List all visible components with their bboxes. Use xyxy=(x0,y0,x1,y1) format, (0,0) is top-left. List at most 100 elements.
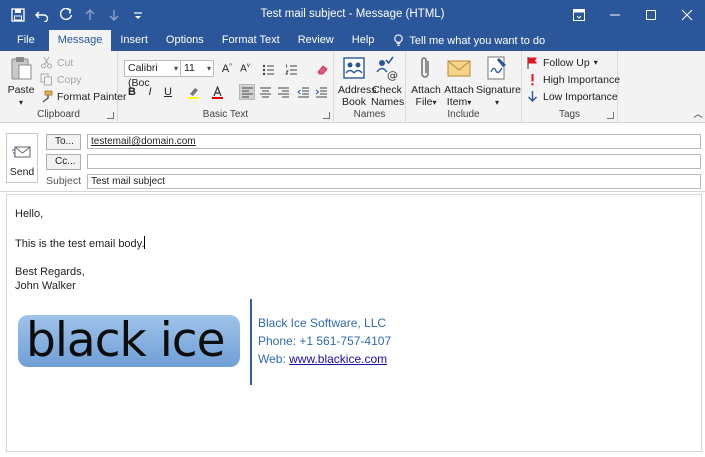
attach-file-label-1: Attach xyxy=(411,84,441,96)
tab-help[interactable]: Help xyxy=(343,30,384,51)
ribbon-display-options-icon[interactable] xyxy=(561,0,597,30)
subject-field[interactable]: Test mail subject xyxy=(87,174,701,189)
signature-divider xyxy=(250,299,252,385)
include-group-label: Include xyxy=(447,109,480,120)
to-button[interactable]: To... xyxy=(46,134,81,150)
attach-item-label-2: Item xyxy=(446,96,468,108)
cut-button[interactable]: Cut xyxy=(40,56,73,69)
tell-me-box[interactable]: Tell me what you want to do xyxy=(383,30,554,51)
cc-button[interactable]: Cc... xyxy=(46,154,81,170)
window-controls xyxy=(561,0,705,30)
font-color-icon xyxy=(211,85,223,99)
align-left-button[interactable] xyxy=(239,84,255,100)
attach-item-label-1: Attach xyxy=(444,84,474,96)
message-header: Send To... testemail@domain.com Cc... Su… xyxy=(0,124,705,192)
dialog-launcher-icon[interactable] xyxy=(323,112,330,119)
collapse-ribbon-button[interactable]: ︿ xyxy=(690,105,705,121)
address-book-label-2: Book xyxy=(342,96,366,108)
clear-formatting-button[interactable] xyxy=(314,61,330,77)
grow-font-button[interactable]: A^ xyxy=(219,61,235,77)
cc-field[interactable] xyxy=(87,154,701,169)
scissors-icon xyxy=(41,56,52,69)
increase-indent-button[interactable] xyxy=(313,84,329,100)
tab-options[interactable]: Options xyxy=(157,30,213,51)
flag-icon xyxy=(527,57,537,69)
font-size-combo[interactable]: 11 ▾ xyxy=(180,60,214,77)
body-content: This is the test email body. xyxy=(15,238,145,250)
highlight-button[interactable] xyxy=(182,84,204,100)
shrink-font-icon: Av xyxy=(240,63,250,75)
exclamation-icon xyxy=(531,74,534,86)
font-size-value: 11 xyxy=(184,62,195,74)
clipboard-group-label: Clipboard xyxy=(37,109,80,120)
italic-button[interactable]: I xyxy=(142,84,158,100)
dialog-launcher-icon[interactable] xyxy=(607,112,614,119)
follow-up-button[interactable]: Follow Up ▾ xyxy=(526,56,598,69)
copy-button[interactable]: Copy xyxy=(40,73,82,86)
check-names-icon: @ xyxy=(376,56,398,81)
attach-file-label-2: File xyxy=(415,96,433,108)
high-importance-button[interactable]: High Importance xyxy=(526,73,620,86)
numbered-list-icon xyxy=(284,64,297,74)
bullets-button[interactable] xyxy=(257,61,279,77)
signature-company: Black Ice Software, LLC xyxy=(258,316,387,330)
group-names: Address Book @ Check Names Names xyxy=(334,51,406,123)
shrink-font-button[interactable]: Av xyxy=(237,61,253,77)
format-painter-button[interactable]: Format Painter xyxy=(40,90,126,103)
align-center-button[interactable] xyxy=(257,84,273,100)
to-field[interactable]: testemail@domain.com xyxy=(87,134,701,149)
bold-button[interactable]: B xyxy=(124,84,140,100)
group-clipboard: Paste ▾ Cut Copy Format Painter Clipboar… xyxy=(0,51,126,123)
body-regards: Best Regards, xyxy=(15,266,85,278)
signature-phone: Phone: +1 561-757-4107 xyxy=(258,334,392,348)
increase-indent-icon xyxy=(315,87,327,97)
tab-format-text[interactable]: Format Text xyxy=(213,30,289,51)
low-importance-label: Low Importance xyxy=(543,90,618,103)
group-basic-text: Calibri (Boc ▾ 11 ▾ A^ Av B I U Basic Te… xyxy=(118,51,334,123)
tab-message[interactable]: Message xyxy=(48,30,112,51)
chevron-down-icon: ▾ xyxy=(593,58,598,67)
ribbon: Paste ▾ Cut Copy Format Painter Clipboar… xyxy=(0,51,705,123)
dialog-launcher-icon[interactable] xyxy=(107,112,114,119)
align-left-icon xyxy=(241,87,253,97)
paste-button[interactable]: Paste ▾ xyxy=(6,55,36,109)
attach-file-button[interactable]: Attach File▾ xyxy=(410,55,442,109)
signature-button[interactable]: Signature ▾ xyxy=(476,55,521,109)
numbering-button[interactable] xyxy=(280,61,302,77)
chevron-down-icon: ▾ xyxy=(494,98,499,107)
underline-icon: U xyxy=(164,86,172,98)
align-right-button[interactable] xyxy=(275,84,291,100)
font-name-combo[interactable]: Calibri (Boc ▾ xyxy=(124,60,181,89)
underline-button[interactable]: U xyxy=(160,84,176,100)
check-names-button[interactable]: @ Check Names xyxy=(371,55,405,108)
message-body[interactable]: Hello, This is the test email body. Best… xyxy=(6,194,702,452)
italic-icon: I xyxy=(148,86,152,98)
minimize-icon[interactable] xyxy=(597,0,633,30)
body-content-line: This is the test email body. xyxy=(15,236,146,251)
paste-icon xyxy=(11,57,32,80)
paintbrush-icon xyxy=(42,90,53,103)
check-names-label-2: Names xyxy=(371,96,405,108)
high-importance-label: High Importance xyxy=(543,73,621,86)
tab-review[interactable]: Review xyxy=(289,30,343,51)
decrease-indent-button[interactable] xyxy=(295,84,311,100)
signature-web-link[interactable]: www.blackice.com xyxy=(289,352,387,366)
tab-file[interactable]: File xyxy=(0,30,49,51)
chevron-down-icon: ▾ xyxy=(432,98,437,107)
maximize-icon[interactable] xyxy=(633,0,669,30)
send-envelope-icon xyxy=(12,146,31,158)
follow-up-label: Follow Up xyxy=(543,56,590,69)
font-color-button[interactable] xyxy=(206,84,228,100)
to-recipient[interactable]: testemail@domain.com xyxy=(91,136,196,147)
paste-label: Paste xyxy=(7,84,35,96)
address-book-button[interactable]: Address Book xyxy=(338,55,377,108)
tab-insert[interactable]: Insert xyxy=(111,30,157,51)
low-importance-button[interactable]: Low Importance xyxy=(526,90,618,103)
attach-item-button[interactable]: Attach Item▾ xyxy=(443,55,475,109)
address-book-icon xyxy=(343,57,365,79)
close-icon[interactable] xyxy=(669,0,705,30)
send-button[interactable]: Send xyxy=(6,133,38,183)
logo-text: black ice xyxy=(26,313,226,368)
check-names-label-1: Check xyxy=(372,84,402,96)
chevron-down-icon: ▾ xyxy=(173,64,178,73)
